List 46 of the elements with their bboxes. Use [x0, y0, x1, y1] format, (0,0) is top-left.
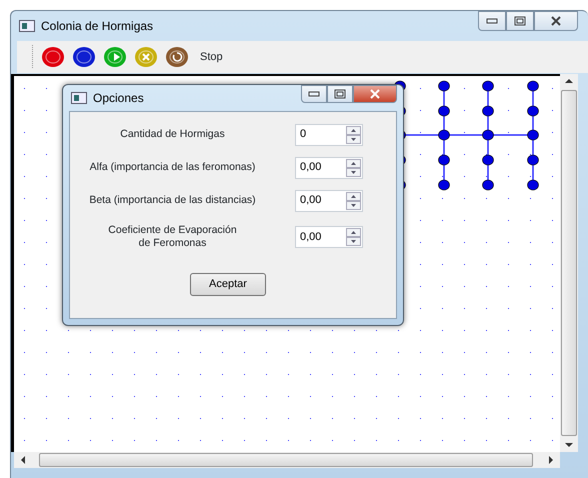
circle-icon[interactable]: [72, 46, 96, 68]
app-icon: [71, 92, 87, 104]
graph-edge: [443, 140, 445, 155]
horizontal-scrollbar[interactable]: [14, 452, 560, 468]
scroll-thumb[interactable]: [39, 453, 533, 467]
graph-edge: [443, 165, 445, 180]
record-icon[interactable]: [41, 46, 65, 68]
play-icon[interactable]: [103, 46, 127, 68]
graph-edge: [487, 140, 489, 155]
graph-edge: [406, 134, 438, 136]
field-label: Beta (importancia de las distancias): [88, 194, 257, 208]
graph-edge: [494, 134, 528, 136]
close-icon: [369, 89, 381, 99]
maximize-button[interactable]: [506, 11, 534, 31]
toolbar-grip[interactable]: [31, 44, 34, 70]
maximize-icon: [514, 16, 526, 26]
accept-button[interactable]: Aceptar: [190, 273, 266, 296]
maximize-button[interactable]: [327, 85, 353, 103]
undo-icon[interactable]: [165, 46, 189, 68]
scroll-thumb[interactable]: [561, 90, 577, 436]
graph-edge: [487, 116, 489, 130]
maximize-icon: [334, 89, 346, 99]
window-title: Colonia de Hormigas: [41, 18, 154, 35]
graph-edge: [443, 116, 445, 130]
graph-edge: [443, 91, 445, 106]
graph-edge: [532, 140, 534, 155]
app-icon: [19, 20, 35, 32]
minimize-icon: [308, 91, 320, 97]
graph-edge: [487, 91, 489, 106]
close-icon: [550, 16, 562, 26]
graph-edge: [450, 134, 482, 136]
minimize-button[interactable]: [301, 85, 327, 103]
minimize-icon: [486, 18, 498, 24]
minimize-button[interactable]: [478, 11, 506, 31]
close-button[interactable]: [534, 11, 578, 31]
graph-edge: [532, 91, 534, 106]
graph-edge: [532, 116, 534, 130]
field-label: Cantidad de Hormigas: [119, 128, 226, 142]
vertical-scrollbar[interactable]: [560, 74, 578, 452]
dialog-title: Opciones: [93, 90, 144, 107]
stop-label[interactable]: Stop: [200, 48, 223, 66]
graph-edge: [487, 165, 489, 180]
graph-edge: [532, 165, 534, 180]
field-label: Coeficiente de Evaporación de Feromonas: [107, 224, 238, 250]
close-button[interactable]: [353, 85, 397, 103]
field-label: Alfa (importancia de las feromonas): [88, 160, 256, 174]
